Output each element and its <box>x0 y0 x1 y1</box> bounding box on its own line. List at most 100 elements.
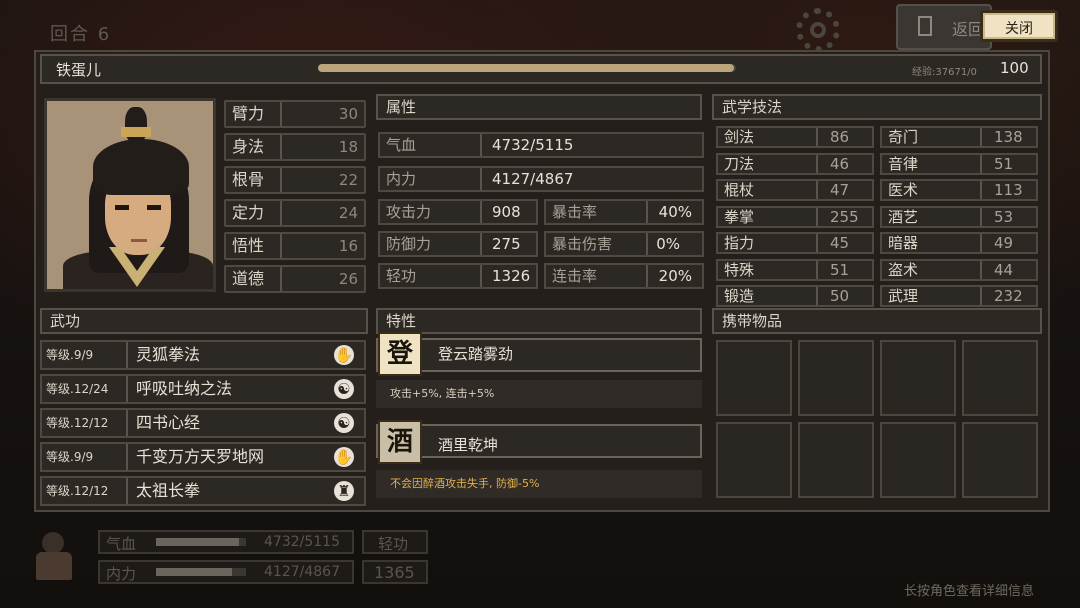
portrait-topknot <box>125 107 147 143</box>
attr-mp-value: 4127/4867 <box>492 170 574 188</box>
base-stat-value: 22 <box>338 171 358 189</box>
trait-icon: 登 <box>378 332 422 376</box>
attr-atk: 攻击力 908 <box>378 199 538 225</box>
martial-art-item[interactable]: 等级.12/12 四书心经 ☯ <box>40 408 366 438</box>
martial-art-item[interactable]: 等级.12/24 呼吸吐纳之法 ☯ <box>40 374 366 404</box>
skill-label: 指力 <box>718 234 818 252</box>
attr-crit-damage: 暴击伤害 0% <box>544 231 704 257</box>
skill-label: 特殊 <box>718 260 818 279</box>
attr-hp-value: 4732/5115 <box>492 136 574 154</box>
fist-icon: ✋ <box>334 345 354 365</box>
skill-label: 武理 <box>882 287 982 305</box>
skill-value: 51 <box>994 154 1014 173</box>
skill-value: 255 <box>830 207 859 226</box>
inventory-slot[interactable] <box>798 340 874 416</box>
inventory-slot[interactable] <box>798 422 874 498</box>
skill-label: 刀法 <box>718 154 818 173</box>
attr-crit-rate: 暴击率 40% <box>544 199 704 225</box>
inventory-slot[interactable] <box>962 340 1038 416</box>
martial-art-level: 等级.12/12 <box>42 478 128 504</box>
skill-row: 剑法 86 <box>716 126 874 148</box>
trait-description: 攻击+5%, 连击+5% <box>376 380 702 408</box>
attr-qinggong: 轻功 1326 <box>378 263 538 289</box>
skill-row: 武理 232 <box>880 285 1038 307</box>
exp-text: 经验:37671/0 <box>912 67 977 78</box>
attr-atk-value: 908 <box>492 203 521 221</box>
martial-art-level: 等级.9/9 <box>42 342 128 368</box>
skill-row: 锻造 50 <box>716 285 874 307</box>
attr-combo-rate-value: 20% <box>658 267 692 285</box>
martial-art-item[interactable]: 等级.12/12 太祖长拳 ♜ <box>40 476 366 506</box>
hud-hp-label: 气血 <box>106 535 137 553</box>
inventory-slot[interactable] <box>716 422 792 498</box>
hud-mp-value: 4127/4867 <box>264 564 340 580</box>
trait-icon: 酒 <box>378 420 422 464</box>
skill-label: 锻造 <box>718 287 818 305</box>
fist-icon: ✋ <box>334 447 354 467</box>
hud-mp-bar <box>156 568 246 576</box>
attr-qinggong-label: 轻功 <box>380 265 482 287</box>
hud-hp-bar <box>156 538 246 546</box>
character-name: 铁蛋儿 <box>56 61 102 79</box>
skill-row: 指力 45 <box>716 232 874 254</box>
skill-label: 音律 <box>882 154 982 173</box>
inventory-slot[interactable] <box>962 422 1038 498</box>
character-portrait[interactable] <box>44 98 216 292</box>
skill-value: 53 <box>994 207 1014 226</box>
skill-value: 138 <box>994 128 1023 146</box>
portrait-mouth <box>131 239 147 242</box>
attr-hp-label: 气血 <box>380 134 482 156</box>
hud-mp-fill <box>156 568 233 576</box>
base-stat-label: 悟性 <box>226 234 282 258</box>
inventory-header: 携带物品 <box>712 308 1042 334</box>
martial-art-item[interactable]: 等级.9/9 灵狐拳法 ✋ <box>40 340 366 370</box>
hud-hp: 气血 4732/5115 <box>98 530 354 554</box>
attr-crit-damage-value: 0% <box>656 235 680 253</box>
skill-label: 酒艺 <box>882 207 982 226</box>
inventory-slot[interactable] <box>880 340 956 416</box>
portrait-hair-top <box>93 139 189 195</box>
attributes-header: 属性 <box>376 94 702 120</box>
skills-header: 武学技法 <box>712 94 1042 120</box>
inventory-slot[interactable] <box>716 340 792 416</box>
close-button[interactable]: 关闭 <box>980 10 1058 42</box>
martial-art-name: 太祖长拳 <box>136 481 201 500</box>
skill-value: 51 <box>830 260 850 279</box>
hud-qinggong-value-box: 1365 <box>362 560 428 584</box>
attr-qinggong-value: 1326 <box>492 267 531 285</box>
skill-value: 113 <box>994 181 1023 199</box>
skill-row: 奇门 138 <box>880 126 1038 148</box>
trait-name: 酒里乾坤 <box>438 436 499 454</box>
attr-hp: 气血 4732/5115 <box>378 132 704 158</box>
martial-art-name: 呼吸吐纳之法 <box>136 379 233 398</box>
skill-label: 暗器 <box>882 234 982 252</box>
base-stat-row: 臂力 30 <box>224 100 366 128</box>
hud-character-avatar[interactable] <box>30 528 80 584</box>
attr-mp: 内力 4127/4867 <box>378 166 704 192</box>
trait-card[interactable] <box>376 424 702 458</box>
yinyang-icon: ☯ <box>334 413 354 433</box>
martial-art-item[interactable]: 等级.9/9 千变万方天罗地网 ✋ <box>40 442 366 472</box>
base-stat-value: 18 <box>338 138 358 156</box>
base-stat-label: 臂力 <box>226 102 282 126</box>
gear-icon[interactable] <box>796 8 840 52</box>
martial-art-name: 灵狐拳法 <box>136 345 201 364</box>
martial-art-level: 等级.12/24 <box>42 376 128 402</box>
skill-row: 暗器 49 <box>880 232 1038 254</box>
skill-value: 46 <box>830 154 850 173</box>
skill-row: 酒艺 53 <box>880 205 1038 228</box>
skill-label: 棍杖 <box>718 181 818 199</box>
base-stat-label: 定力 <box>226 201 282 225</box>
base-stat-row: 根骨 22 <box>224 166 366 194</box>
base-stat-value: 30 <box>338 105 358 123</box>
inventory-slot[interactable] <box>880 422 956 498</box>
skill-label: 盗术 <box>882 260 982 279</box>
trait-card[interactable] <box>376 338 702 372</box>
skill-row: 刀法 46 <box>716 152 874 175</box>
skill-label: 拳掌 <box>718 207 818 226</box>
skill-label: 医术 <box>882 181 982 199</box>
attr-crit-damage-label: 暴击伤害 <box>546 233 648 255</box>
traits-header: 特性 <box>376 308 702 334</box>
hud-hp-fill <box>156 538 240 546</box>
back-button[interactable]: 返回 <box>896 4 992 50</box>
